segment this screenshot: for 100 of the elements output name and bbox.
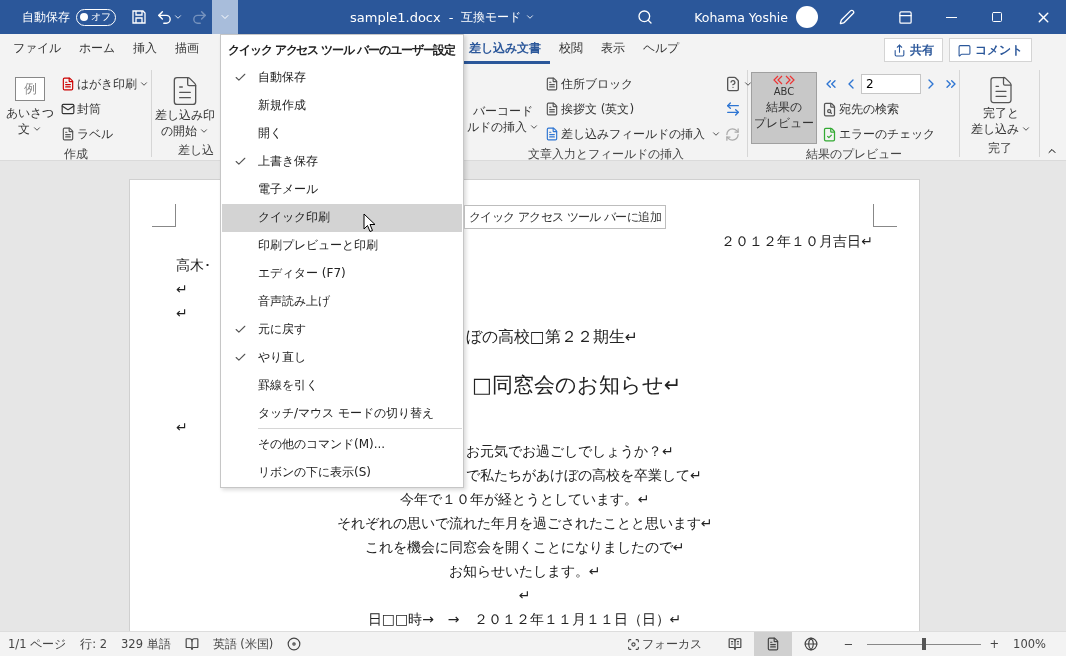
- menu-item[interactable]: 新規作成: [222, 91, 462, 120]
- zoom-thumb[interactable]: [922, 638, 927, 650]
- document-line: で私たちがあけぼの高校を卒業して↵: [466, 466, 702, 485]
- save-icon: [131, 9, 147, 25]
- envelope-icon: [61, 102, 75, 116]
- ribbon-button[interactable]: ラベル: [60, 122, 150, 146]
- menu-item[interactable]: 罫線を引く: [222, 371, 462, 400]
- ribbon-tab[interactable]: 描画: [166, 36, 208, 64]
- ribbon-tab[interactable]: ヘルプ: [634, 36, 688, 64]
- avatar: [796, 6, 818, 28]
- ribbon-button[interactable]: エラーのチェック: [821, 122, 961, 146]
- document-line: ↵: [176, 304, 188, 323]
- document-line: 日□□時→ → ２０１２年１１月１１日（日）↵: [367, 610, 682, 629]
- share-icon: [893, 43, 906, 57]
- corner-mark: [873, 204, 897, 227]
- document-line: ↵: [176, 280, 188, 299]
- record-number-field[interactable]: 2: [861, 74, 921, 94]
- caret-icon: [172, 12, 183, 22]
- document-line: □同窓会のお知らせ↵: [472, 372, 682, 399]
- menu-item[interactable]: 音声読み上げ: [222, 287, 462, 316]
- ribbon-button[interactable]: はがき印刷: [60, 72, 150, 96]
- focus-button[interactable]: フォーカス: [626, 636, 702, 652]
- swap-icon: [725, 101, 741, 117]
- comment-icon: [958, 43, 971, 57]
- menu-item[interactable]: クイック印刷: [222, 203, 462, 232]
- document-line: お元気でお過ごしでしょうか？↵: [466, 442, 674, 461]
- menu-item[interactable]: 元に戻す: [222, 315, 462, 344]
- group-label: 結果のプレビュー: [805, 146, 902, 163]
- merge-arrows-icon: [772, 75, 796, 85]
- word-count: 329 単語: [121, 636, 171, 652]
- document-line: ２０１２年１０月吉日↵: [721, 232, 873, 251]
- document-icon: [545, 127, 559, 141]
- group-label: 文章入力とフィールドの挿入: [527, 146, 684, 163]
- zoom-out-button[interactable]: −: [843, 637, 854, 651]
- pen-icon: [839, 9, 855, 25]
- mode-label: 互換モード: [461, 8, 522, 26]
- document-line: ぼの高校□第２２期生↵: [466, 327, 638, 348]
- document-icon: [545, 77, 559, 91]
- book-icon: [184, 637, 199, 651]
- search-document-icon: [822, 101, 837, 117]
- tooltip: クイック アクセス ツール バーに追加: [464, 205, 667, 229]
- menu-item[interactable]: 開く: [222, 119, 462, 148]
- menu-item[interactable]: 印刷プレビューと印刷: [222, 231, 462, 260]
- menu-item[interactable]: 自動保存: [222, 64, 462, 92]
- zoom-in-button[interactable]: +: [989, 637, 1000, 651]
- ribbon-tab[interactable]: 表示: [592, 36, 634, 64]
- menu-item[interactable]: リボンの下に表示(S): [222, 458, 462, 487]
- document-icon: [545, 102, 559, 116]
- ribbon-button[interactable]: 住所ブロック: [544, 72, 722, 96]
- group-label: 作成: [63, 146, 88, 163]
- menu-item[interactable]: 上書き保存: [222, 147, 462, 176]
- menu-item[interactable]: タッチ/マウス モードの切り替え: [222, 399, 462, 428]
- document-line: 今年で１０年が経とうとしています。↵: [399, 490, 650, 509]
- start-mail-merge-button[interactable]: 差し込み印 の開始: [152, 72, 218, 143]
- ribbon-tab[interactable]: 挿入: [124, 36, 166, 64]
- finish-merge-button[interactable]: 完了と 差し込み: [968, 72, 1034, 141]
- language: 英語 (米国): [212, 636, 274, 652]
- menu-item[interactable]: 電子メール: [222, 175, 462, 204]
- caret-icon: [711, 129, 721, 139]
- book-icon: [727, 637, 742, 651]
- title-separator: -: [448, 9, 454, 25]
- check-document-icon: [822, 126, 837, 142]
- menu-item[interactable]: その他のコマンド(M)...: [222, 430, 462, 459]
- line-number: 行: 2: [80, 636, 108, 652]
- document-line: それぞれの思いで流れた年月を過ごされたことと思います↵: [336, 514, 713, 533]
- caret-icon: [525, 12, 536, 22]
- comment-button[interactable]: コメント: [949, 38, 1032, 62]
- page-icon: [765, 637, 780, 651]
- document-line: ↵: [176, 418, 188, 437]
- share-button[interactable]: 共有: [884, 38, 943, 62]
- zoom-percentage[interactable]: 100%: [1013, 637, 1046, 651]
- redo-icon: [190, 8, 208, 26]
- document-line: 高木･: [176, 256, 211, 275]
- sample-icon: 例: [15, 77, 45, 101]
- greeting-button[interactable]: 例 あいさつ 文: [3, 72, 57, 141]
- ribbon-button[interactable]: 封筒: [60, 97, 150, 121]
- group-label: 完了: [987, 140, 1012, 158]
- user-name: Kohama Yoshie: [694, 9, 788, 25]
- maximize-icon: [991, 11, 1003, 23]
- globe-icon: [803, 637, 818, 651]
- preview-results-button[interactable]: ABC 結果の プレビュー: [751, 72, 817, 144]
- question-document-icon: [725, 76, 741, 92]
- document-line: お知らせいたします。↵: [448, 562, 601, 581]
- corner-mark: [152, 204, 176, 227]
- caret-icon: [743, 79, 753, 89]
- menu-item[interactable]: やり直し: [222, 343, 462, 372]
- ribbon-button[interactable]: 挨拶文 (英文): [544, 97, 722, 121]
- document-title: sample1.docx: [350, 9, 441, 25]
- menu-item[interactable]: エディター (F7): [222, 259, 462, 288]
- ribbon-display-icon: [897, 9, 913, 25]
- focus-icon: [626, 637, 640, 651]
- view-button[interactable]: [753, 632, 792, 656]
- ribbon-button[interactable]: 宛先の検索: [821, 97, 961, 121]
- mouse-pointer-icon: [363, 213, 376, 233]
- ribbon-tab[interactable]: ホーム: [70, 36, 124, 64]
- barcode-field-button[interactable]: バーコード ルドの挿入: [464, 72, 542, 139]
- ribbon-tab[interactable]: ファイル: [4, 36, 70, 64]
- ribbon-tab[interactable]: 校閲: [550, 36, 592, 64]
- autosave-label: 自動保存: [22, 8, 70, 26]
- ribbon-button[interactable]: 差し込みフィールドの挿入: [544, 122, 722, 146]
